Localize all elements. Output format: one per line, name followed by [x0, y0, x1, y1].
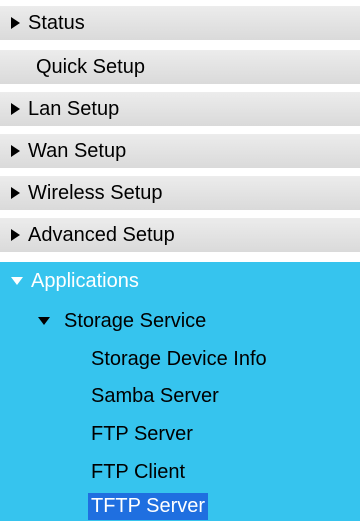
menu-item-lan-setup[interactable]: Lan Setup: [0, 92, 360, 130]
menu-item-ftp-server[interactable]: FTP Server: [0, 415, 360, 453]
triangle-right-icon: [11, 103, 20, 115]
menu-item-quick-setup[interactable]: Quick Setup: [0, 50, 360, 88]
menu-item-applications-label: Applications: [31, 269, 139, 292]
triangle-down-icon: [11, 277, 23, 285]
menu-item-ftp-client-label: FTP Client: [91, 460, 186, 483]
triangle-right-icon: [11, 17, 20, 29]
triangle-right-icon: [11, 229, 20, 241]
menu-item-lan-setup-label: Lan Setup: [28, 97, 120, 120]
menu-item-ftp-server-label: FTP Server: [91, 422, 193, 445]
side-navigation-menu: Status Quick Setup Lan Setup Wan Setup W…: [0, 0, 360, 521]
menu-item-wireless-setup[interactable]: Wireless Setup: [0, 176, 360, 214]
menu-item-applications[interactable]: Applications: [0, 262, 360, 300]
menu-item-storage-device-info[interactable]: Storage Device Info: [0, 340, 360, 378]
menu-item-samba-server-label: Samba Server: [91, 384, 219, 407]
triangle-right-icon: [11, 187, 20, 199]
menu-item-quick-setup-label: Quick Setup: [36, 55, 145, 78]
menu-item-advanced-setup[interactable]: Advanced Setup: [0, 218, 360, 256]
triangle-right-icon: [11, 145, 20, 157]
menu-item-wan-setup[interactable]: Wan Setup: [0, 134, 360, 172]
menu-item-status[interactable]: Status: [0, 6, 360, 44]
menu-item-status-label: Status: [28, 11, 85, 34]
menu-item-wireless-setup-label: Wireless Setup: [28, 181, 163, 204]
menu-item-samba-server[interactable]: Samba Server: [0, 377, 360, 415]
menu-item-storage-service[interactable]: Storage Service: [0, 302, 360, 340]
menu-item-ftp-client[interactable]: FTP Client: [0, 453, 360, 491]
menu-item-storage-service-label: Storage Service: [64, 309, 207, 332]
menu-item-wan-setup-label: Wan Setup: [28, 139, 127, 162]
menu-item-storage-device-info-label: Storage Device Info: [91, 347, 267, 370]
menu-item-advanced-setup-label: Advanced Setup: [28, 223, 175, 246]
menu-item-tftp-server-label: TFTP Server: [88, 492, 209, 520]
menu-item-tftp-server[interactable]: TFTP Server: [0, 491, 360, 521]
triangle-down-icon: [38, 317, 50, 325]
